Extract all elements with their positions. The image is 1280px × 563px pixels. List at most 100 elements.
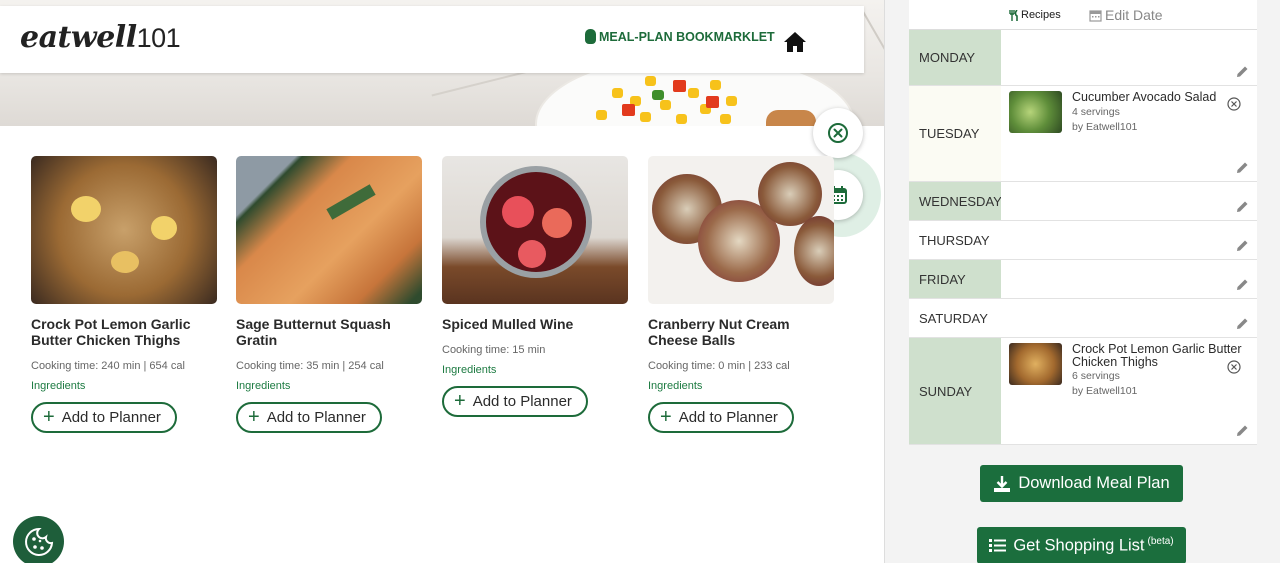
site-header: eatwell101 MEAL-PLAN BOOKMARKLET xyxy=(0,6,864,73)
list-icon xyxy=(989,539,1007,552)
download-meal-plan-label: Download Meal Plan xyxy=(1018,474,1170,492)
recipe-card: Sage Butternut Squash Gratin Cooking tim… xyxy=(236,156,422,433)
beta-badge: (beta) xyxy=(1147,535,1174,547)
meal-plan-bookmarklet-link[interactable]: MEAL-PLAN BOOKMARKLET xyxy=(585,29,775,44)
pencil-icon[interactable] xyxy=(1235,278,1249,292)
cookie-settings-button[interactable] xyxy=(13,516,64,563)
pencil-icon[interactable] xyxy=(1235,161,1249,175)
recipe-image-cheese-balls[interactable] xyxy=(648,156,834,304)
recipe-meta: Cooking time: 240 min | 654 cal xyxy=(31,360,185,372)
tab-edit-date[interactable]: Edit Date xyxy=(1089,7,1163,23)
recipe-title[interactable]: Crock Pot Lemon Garlic Butter Chicken Th… xyxy=(31,316,217,348)
day-row-tuesday: TUESDAY Cucumber Avocado Salad 4 serving… xyxy=(909,86,1257,182)
recipe-meta: Cooking time: 0 min | 233 cal xyxy=(648,360,790,372)
logo-number: 101 xyxy=(136,23,181,53)
add-to-planner-button[interactable]: + Add to Planner xyxy=(442,386,588,417)
planned-recipe-title[interactable]: Cucumber Avocado Salad xyxy=(1072,91,1249,104)
recipe-card: Spiced Mulled Wine Cooking time: 15 min … xyxy=(442,156,628,417)
ingredients-link[interactable]: Ingredients xyxy=(236,380,422,392)
day-slot[interactable]: Cucumber Avocado Salad 4 servings by Eat… xyxy=(1001,86,1257,181)
planned-recipe-servings: 4 servings xyxy=(1072,105,1120,118)
day-label: MONDAY xyxy=(909,30,1001,85)
tab-edit-date-label: Edit Date xyxy=(1105,7,1163,23)
day-label: TUESDAY xyxy=(909,86,1001,181)
pencil-icon[interactable] xyxy=(1235,317,1249,331)
day-label: SATURDAY xyxy=(919,310,988,326)
pencil-icon[interactable] xyxy=(1235,239,1249,253)
planned-recipe[interactable]: Crock Pot Lemon Garlic Butter Chicken Th… xyxy=(1009,343,1249,398)
ingredients-link[interactable]: Ingredients xyxy=(31,380,217,392)
recipe-image-gratin[interactable] xyxy=(236,156,422,304)
week-planner: MONDAY TUESDAY Cucumber Avocado Salad 4 … xyxy=(909,30,1257,445)
bookmarklet-icon xyxy=(585,29,596,44)
shopping-list-button[interactable]: Get Shopping List (beta) xyxy=(977,527,1186,563)
recipe-title[interactable]: Sage Butternut Squash Gratin xyxy=(236,316,422,348)
add-to-planner-label: Add to Planner xyxy=(61,409,161,426)
plus-icon: + xyxy=(248,405,260,428)
day-slot[interactable] xyxy=(1001,260,1257,298)
planner-tabs: Recipes Edit Date xyxy=(909,0,1257,30)
pencil-icon[interactable] xyxy=(1235,65,1249,79)
recipe-title[interactable]: Cranberry Nut Cream Cheese Balls xyxy=(648,316,834,348)
home-icon[interactable] xyxy=(783,31,807,53)
add-to-planner-label: Add to Planner xyxy=(472,393,572,410)
bread-image xyxy=(766,110,816,126)
close-planner-button[interactable] xyxy=(813,108,863,158)
day-label: SUNDAY xyxy=(909,338,1001,444)
pencil-icon[interactable] xyxy=(1235,424,1249,438)
recipe-title[interactable]: Spiced Mulled Wine xyxy=(442,316,628,332)
add-to-planner-label: Add to Planner xyxy=(678,409,778,426)
day-slot[interactable] xyxy=(1001,30,1257,85)
day-label: THURSDAY xyxy=(919,232,990,248)
bookmarklet-label: MEAL-PLAN BOOKMARKLET xyxy=(599,29,775,44)
ingredients-link[interactable]: Ingredients xyxy=(648,380,834,392)
remove-recipe-icon[interactable] xyxy=(1227,97,1241,111)
tab-recipes[interactable]: Recipes xyxy=(1009,9,1061,21)
download-icon xyxy=(994,475,1011,492)
plus-icon: + xyxy=(43,405,55,428)
planned-recipe[interactable]: Cucumber Avocado Salad 4 servings by Eat… xyxy=(1009,91,1249,134)
shopping-list-label: Get Shopping List xyxy=(1013,536,1145,555)
day-label: FRIDAY xyxy=(909,260,1001,298)
remove-recipe-icon[interactable] xyxy=(1227,360,1241,374)
day-slot[interactable] xyxy=(1001,182,1257,220)
recipe-meta: Cooking time: 35 min | 254 cal xyxy=(236,360,384,372)
plus-icon: + xyxy=(454,389,466,412)
recipe-image-chicken[interactable] xyxy=(31,156,217,304)
add-to-planner-button[interactable]: + Add to Planner xyxy=(236,402,382,433)
day-slot[interactable] xyxy=(1001,221,1257,259)
add-to-planner-label: Add to Planner xyxy=(266,409,366,426)
tab-recipes-label: Recipes xyxy=(1021,9,1061,21)
recipe-image-mulled-wine[interactable] xyxy=(442,156,628,304)
day-row-wednesday: WEDNESDAY xyxy=(909,182,1257,221)
day-row-sunday: SUNDAY Crock Pot Lemon Garlic Butter Chi… xyxy=(909,338,1257,445)
cookie-icon xyxy=(24,527,53,556)
add-to-planner-button[interactable]: + Add to Planner xyxy=(31,402,177,433)
planned-recipe-servings: 6 servings xyxy=(1072,370,1120,382)
planned-recipe-title[interactable]: Crock Pot Lemon Garlic Butter Chicken Th… xyxy=(1072,343,1249,368)
day-slot[interactable] xyxy=(1001,299,1257,337)
meal-planner-panel: Recipes Edit Date MONDAY TUESDAY Cucumbe… xyxy=(884,0,1280,563)
planned-recipe-author: by Eatwell101 xyxy=(1072,385,1138,397)
day-slot[interactable]: Crock Pot Lemon Garlic Butter Chicken Th… xyxy=(1001,338,1257,444)
recipe-meta: Cooking time: 15 min xyxy=(442,344,546,356)
recipe-thumbnail-salad xyxy=(1009,91,1062,133)
calendar-icon xyxy=(1089,9,1102,22)
logo-word: eatwell xyxy=(20,20,137,55)
day-row-thursday: THURSDAY xyxy=(909,221,1257,260)
download-meal-plan-button[interactable]: Download Meal Plan xyxy=(980,465,1183,502)
utensils-icon xyxy=(1009,9,1018,21)
site-logo[interactable]: eatwell101 xyxy=(20,20,181,55)
planned-recipe-author: by Eatwell101 xyxy=(1072,120,1138,133)
close-circle-icon xyxy=(828,123,848,143)
recipe-card: Cranberry Nut Cream Cheese Balls Cooking… xyxy=(648,156,834,433)
day-row-friday: FRIDAY xyxy=(909,260,1257,299)
day-row-saturday: SATURDAY xyxy=(909,299,1257,338)
recipe-thumbnail-chicken xyxy=(1009,343,1062,385)
day-label: WEDNESDAY xyxy=(909,182,1002,220)
ingredients-link[interactable]: Ingredients xyxy=(442,364,628,376)
recipe-card: Crock Pot Lemon Garlic Butter Chicken Th… xyxy=(31,156,217,433)
pencil-icon[interactable] xyxy=(1235,200,1249,214)
add-to-planner-button[interactable]: + Add to Planner xyxy=(648,402,794,433)
day-row-monday: MONDAY xyxy=(909,30,1257,86)
